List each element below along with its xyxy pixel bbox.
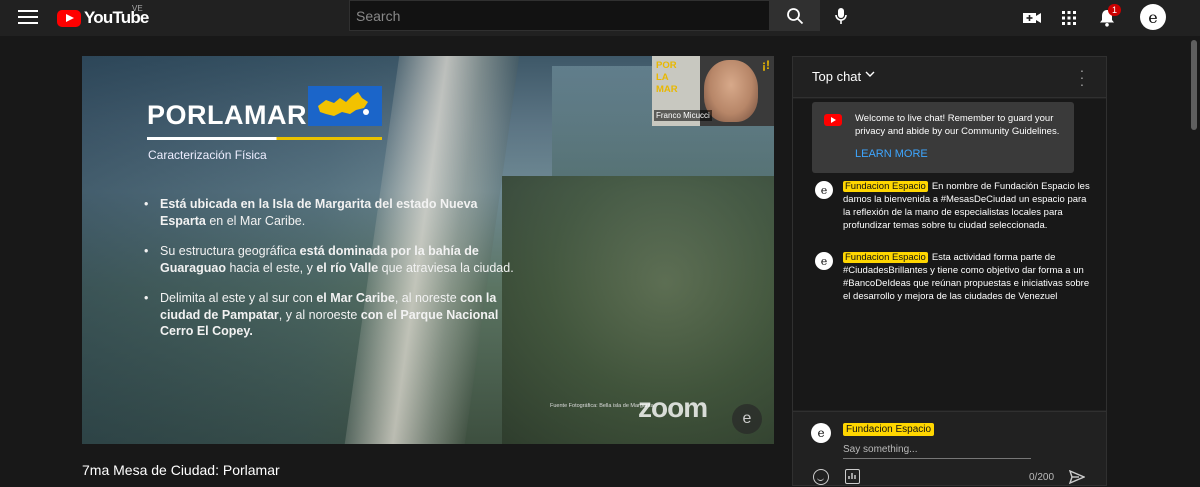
bullet-segment: hacia el este, y — [226, 260, 317, 275]
chevron-down-icon[interactable] — [865, 69, 875, 82]
send-icon[interactable] — [1069, 470, 1085, 484]
poll-icon[interactable] — [845, 469, 860, 484]
slide-bullet: Está ubicada en la Isla de Margarita del… — [144, 196, 514, 229]
speaker-logo-line: MAR — [656, 84, 678, 95]
zoom-watermark: zoom — [638, 392, 708, 423]
search-button[interactable] — [770, 0, 820, 31]
bullet-segment: el río Valle — [316, 260, 379, 275]
live-chat-panel: Top chat · · · Welcome to live chat! Remem… — [792, 56, 1107, 486]
avatar-letter: e — [1148, 7, 1158, 27]
speaker-logo-line: LA — [656, 72, 669, 83]
learn-more-link[interactable]: LEARN MORE — [855, 148, 928, 160]
chat-header: Top chat · · · — [793, 57, 1106, 98]
speaker-logo: POR LA MAR — [656, 60, 678, 96]
speaker-logo-line: POR — [656, 60, 677, 71]
own-avatar: e — [811, 423, 831, 443]
bullet-segment: , y al noroeste — [278, 307, 361, 322]
masthead: YouTube VE 1 e — [0, 0, 1200, 36]
speaker-name: Franco Micucci — [654, 110, 712, 121]
search-input[interactable] — [350, 1, 769, 30]
account-avatar[interactable]: e — [1140, 4, 1166, 30]
video-camera-plus-icon — [1023, 13, 1041, 23]
speaker-face — [704, 60, 758, 122]
chat-messages: Welcome to live chat! Remember to guard … — [793, 99, 1093, 410]
youtube-icon — [824, 114, 842, 126]
create-video-button[interactable] — [1020, 6, 1044, 30]
notification-count-badge: 1 — [1108, 4, 1122, 16]
author-name[interactable]: Fundacion Espacio — [843, 252, 928, 263]
microphone-icon — [835, 8, 847, 24]
author-avatar[interactable]: e — [815, 181, 833, 199]
slide-bullets: Está ubicada en la Isla de Margarita del… — [144, 196, 514, 354]
video-title: 7ma Mesa de Ciudad: Porlamar — [82, 462, 280, 478]
character-count: 0/200 — [1029, 472, 1055, 483]
welcome-text: Welcome to live chat! Remember to guard … — [855, 113, 1060, 137]
chat-scrollbar[interactable] — [1093, 99, 1106, 410]
message-content: Fundacion Espacio Esta actividad forma pa… — [843, 251, 1093, 303]
hamburger-menu-icon[interactable] — [18, 10, 38, 26]
slide-divider — [147, 137, 382, 140]
bullet-segment: Delimita al este y al sur con — [160, 291, 317, 305]
slide-bullet: Su estructura geográfica está dominada p… — [144, 243, 514, 276]
more-options-icon[interactable]: · · · — [1077, 63, 1087, 91]
speaker-exclamation: ¡! — [762, 58, 770, 72]
youtube-play-icon — [57, 9, 81, 27]
welcome-banner: Welcome to live chat! Remember to guard … — [812, 102, 1074, 173]
apps-button[interactable] — [1057, 6, 1081, 30]
search-icon — [787, 7, 804, 24]
island-map-icon — [318, 92, 369, 116]
country-code: VE — [132, 4, 143, 13]
page-scrollbar[interactable] — [1188, 36, 1200, 486]
page-scrollbar-thumb[interactable] — [1191, 40, 1197, 130]
author-name[interactable]: Fundacion Espacio — [843, 181, 928, 192]
message-content: Fundacion Espacio En nombre de Fundación … — [843, 180, 1093, 232]
chat-input-area: e Fundacion Espacio 0/200 — [793, 411, 1106, 487]
slide-subtitle: Caracterización Física — [148, 148, 267, 162]
bullet-segment: , al noreste — [394, 291, 461, 305]
channel-watermark: e — [732, 404, 762, 434]
bullet-segment: Su estructura geográfica — [160, 244, 300, 258]
voice-search-button[interactable] — [828, 3, 854, 29]
author-avatar[interactable]: e — [815, 252, 833, 270]
own-author-name: Fundacion Espacio — [843, 423, 935, 436]
apps-grid-icon — [1062, 11, 1076, 25]
speaker-webcam: POR LA MAR ¡! Franco Micucci — [652, 56, 774, 126]
bullet-segment: el Mar Caribe — [316, 291, 395, 305]
slide-bullet: Delimita al este y al sur con el Mar Car… — [144, 290, 514, 340]
bullet-segment: que atraviesa la ciudad. — [378, 260, 514, 275]
chat-message-input[interactable] — [843, 441, 1031, 459]
search-box — [349, 0, 770, 31]
bullet-segment: en el Mar Caribe. — [205, 213, 306, 228]
emoji-icon[interactable] — [813, 469, 829, 485]
slide-title: PORLAMAR — [147, 100, 307, 130]
chat-mode-dropdown[interactable]: Top chat — [812, 69, 861, 84]
